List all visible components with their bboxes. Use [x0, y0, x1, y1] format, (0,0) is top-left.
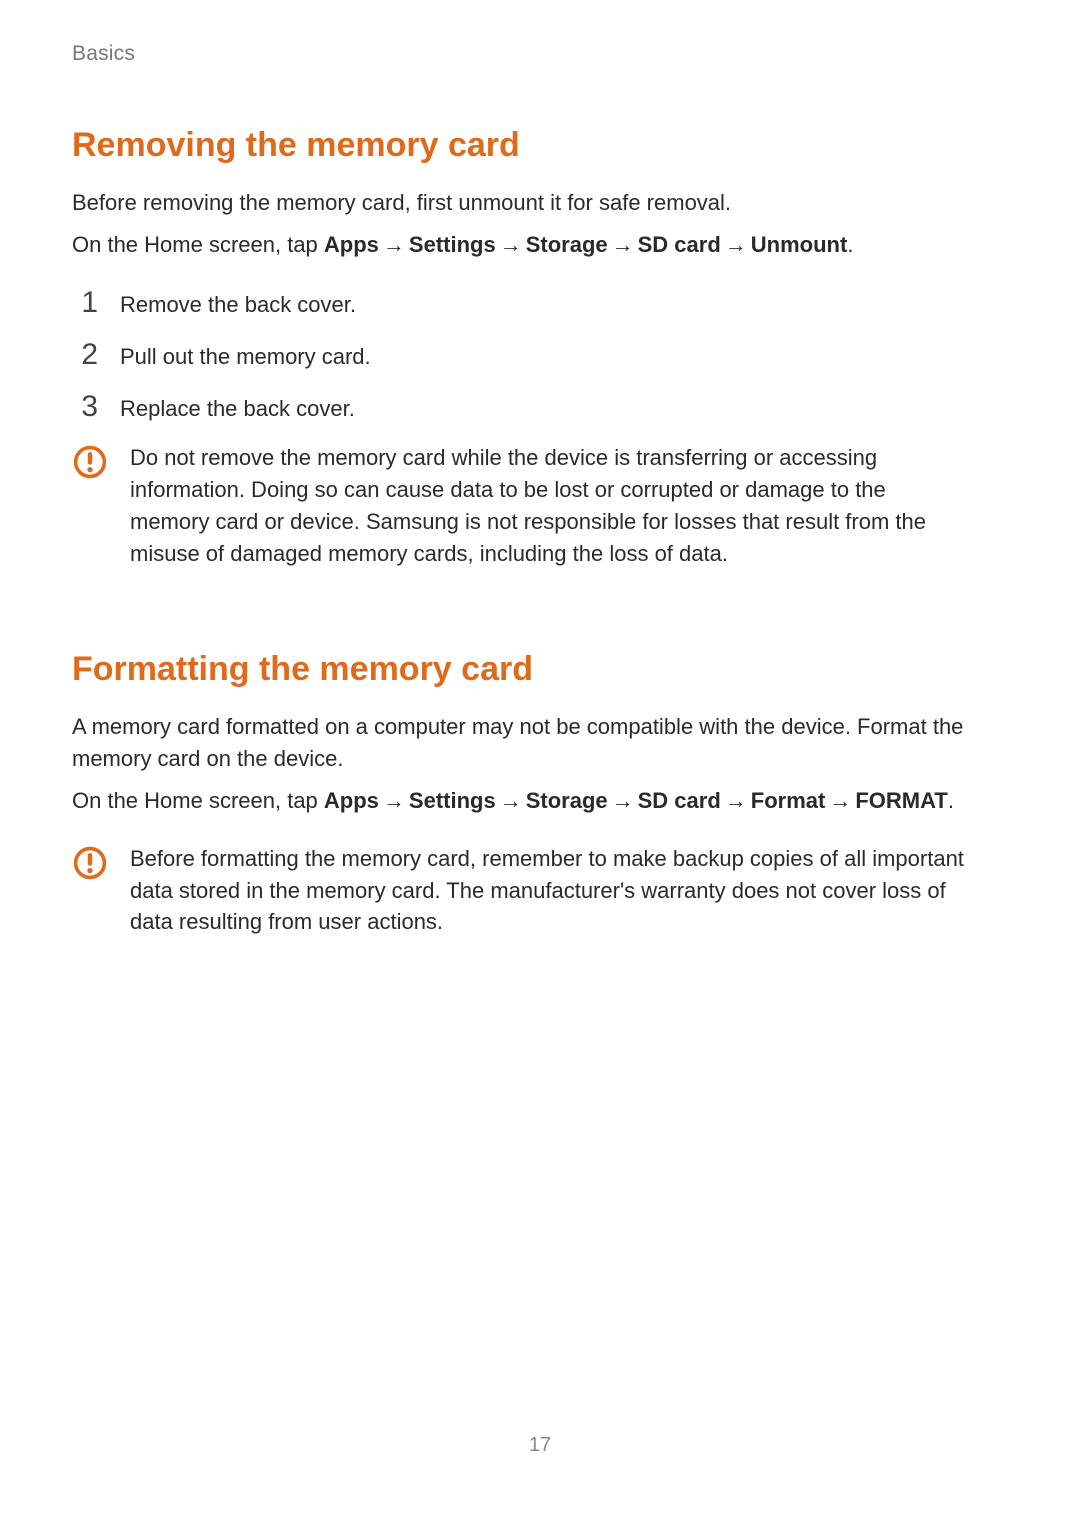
step-text: Pull out the memory card. [120, 339, 371, 373]
arrow-icon: → [496, 788, 526, 813]
caution-icon [72, 843, 108, 939]
warning-callout: Before formatting the memory card, remem… [72, 843, 1008, 939]
nav-path-format: On the Home screen, tap Apps→Settings→St… [72, 785, 1008, 817]
step-item: Replace the back cover. [72, 391, 1008, 425]
arrow-icon: → [608, 788, 638, 813]
arrow-icon: → [379, 232, 409, 257]
warning-text: Before formatting the memory card, remem… [130, 843, 970, 939]
nav-path-suffix: . [948, 788, 954, 813]
intro-paragraph: A memory card formatted on a computer ma… [72, 711, 1008, 775]
nav-path-part: FORMAT [855, 788, 947, 813]
arrow-icon: → [721, 232, 751, 257]
breadcrumb: Basics [72, 42, 1008, 66]
nav-path-part: Apps [324, 788, 379, 813]
nav-path-prefix: On the Home screen, tap [72, 232, 324, 257]
step-text: Remove the back cover. [120, 287, 356, 321]
nav-path-part: Unmount [751, 232, 848, 257]
arrow-icon: → [721, 788, 751, 813]
arrow-icon: → [608, 232, 638, 257]
step-item: Pull out the memory card. [72, 339, 1008, 373]
caution-icon [72, 442, 108, 570]
nav-path-part: SD card [638, 788, 721, 813]
arrow-icon: → [825, 788, 855, 813]
section-heading-removing: Removing the memory card [72, 126, 1008, 165]
warning-callout: Do not remove the memory card while the … [72, 442, 1008, 570]
nav-path-part: Settings [409, 232, 496, 257]
arrow-icon: → [379, 788, 409, 813]
nav-path-part: Format [751, 788, 826, 813]
steps-list: Remove the back cover. Pull out the memo… [72, 287, 1008, 425]
section-heading-formatting: Formatting the memory card [72, 650, 1008, 689]
arrow-icon: → [496, 232, 526, 257]
nav-path-part: Apps [324, 232, 379, 257]
warning-text: Do not remove the memory card while the … [130, 442, 970, 570]
nav-path-suffix: . [847, 232, 853, 257]
nav-path-part: SD card [638, 232, 721, 257]
nav-path-part: Settings [409, 788, 496, 813]
nav-path-prefix: On the Home screen, tap [72, 788, 324, 813]
intro-paragraph: Before removing the memory card, first u… [72, 187, 1008, 219]
step-text: Replace the back cover. [120, 391, 355, 425]
page-number: 17 [0, 1434, 1080, 1457]
nav-path-part: Storage [526, 788, 608, 813]
step-item: Remove the back cover. [72, 287, 1008, 321]
nav-path-unmount: On the Home screen, tap Apps→Settings→St… [72, 229, 1008, 261]
nav-path-part: Storage [526, 232, 608, 257]
